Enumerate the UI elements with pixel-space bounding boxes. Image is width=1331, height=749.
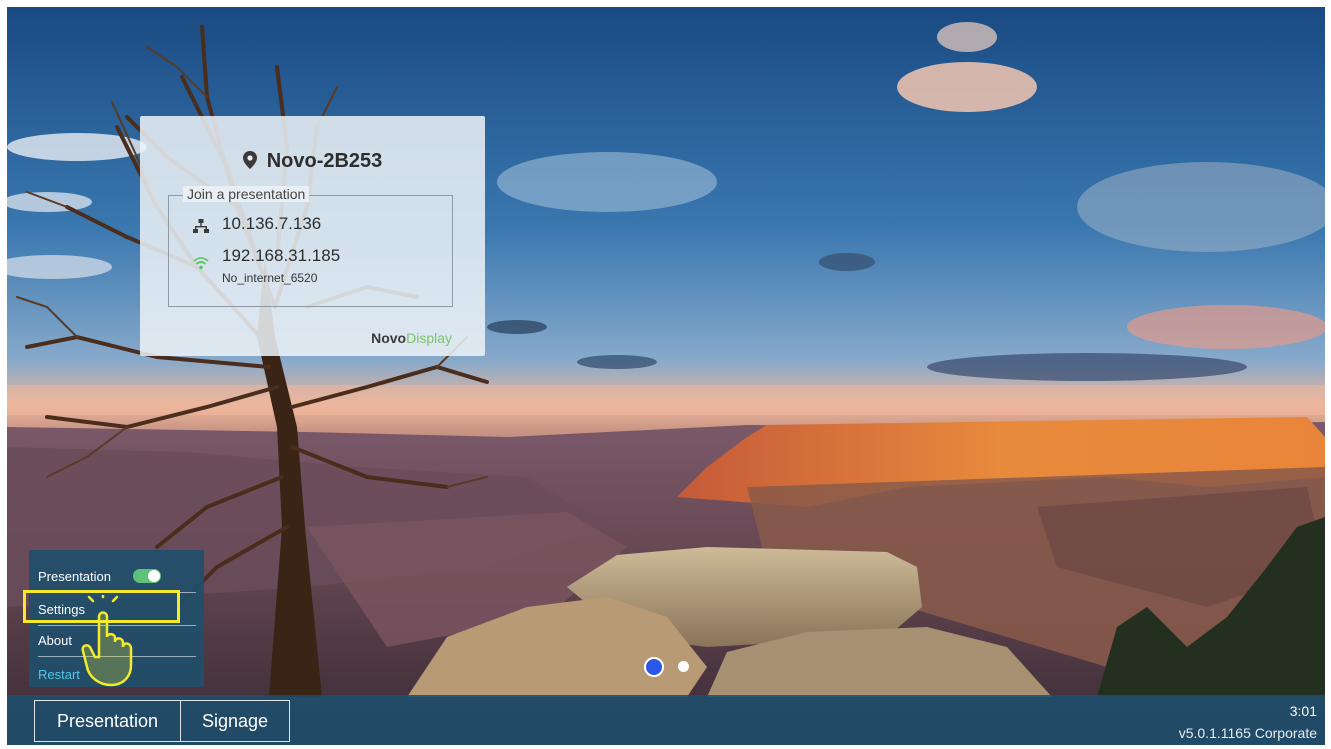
page-dot-active[interactable] xyxy=(644,657,664,677)
wifi-ip: 192.168.31.185 xyxy=(222,246,341,265)
tap-hand-icon xyxy=(81,595,133,687)
menu-item-restart[interactable]: Restart xyxy=(38,667,80,682)
wifi-ssid: No_internet_6520 xyxy=(222,271,318,285)
menu-item-presentation[interactable]: Presentation xyxy=(38,569,111,584)
bottom-bar: Presentation Signage 3:01 v5.0.1.1165 Co… xyxy=(7,695,1325,745)
tab-presentation[interactable]: Presentation xyxy=(35,701,181,741)
device-name-row: Novo-2B253 xyxy=(140,150,485,173)
device-info-card: Novo-2B253 Join a presentation 10.136.7.… xyxy=(140,116,485,356)
novodisplay-logo: NovoDisplay xyxy=(371,330,452,346)
version-label: v5.0.1.1165 Corporate xyxy=(1178,725,1317,741)
menu-item-about[interactable]: About xyxy=(38,633,72,648)
clock: 3:01 xyxy=(1289,703,1317,719)
toggle-knob xyxy=(148,570,160,582)
device-name: Novo-2B253 xyxy=(266,150,383,172)
join-presentation-box: Join a presentation 10.136.7.136 192.168… xyxy=(168,186,453,307)
location-pin-icon xyxy=(242,151,257,169)
mode-tabs: Presentation Signage xyxy=(34,700,290,742)
join-label: Join a presentation xyxy=(183,186,310,202)
ethernet-icon xyxy=(193,219,209,233)
tab-signage[interactable]: Signage xyxy=(181,701,289,741)
presentation-toggle[interactable] xyxy=(133,569,161,583)
wifi-icon xyxy=(193,257,209,270)
ethernet-ip: 10.136.7.136 xyxy=(222,214,322,233)
page-dot[interactable] xyxy=(678,661,689,672)
screen: Novo-2B253 Join a presentation 10.136.7.… xyxy=(7,7,1325,745)
